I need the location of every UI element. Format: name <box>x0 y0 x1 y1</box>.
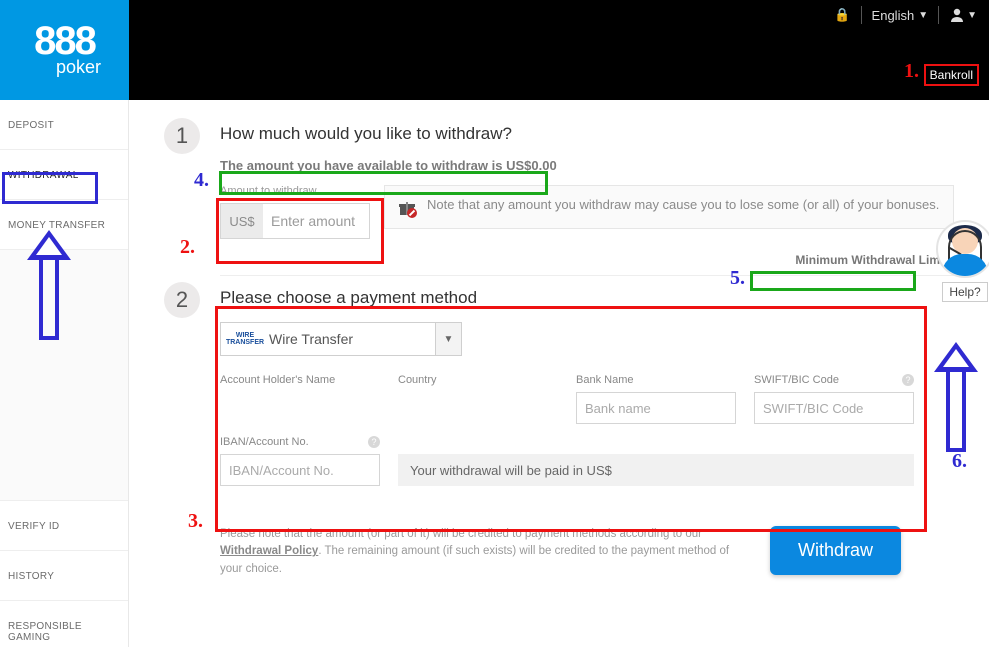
brand-logo[interactable]: 888 poker <box>0 0 129 100</box>
chevron-down-icon: ▼ <box>435 323 461 355</box>
help-icon[interactable]: ? <box>902 374 914 386</box>
iban-input[interactable] <box>220 454 380 486</box>
user-icon <box>949 7 965 23</box>
header-controls: 🔒 English ▼ ▼ <box>834 6 977 24</box>
iban-label: IBAN/Account No.? <box>220 436 380 448</box>
help-icon[interactable]: ? <box>368 436 380 448</box>
step-1: 1 How much would you like to withdraw? T… <box>164 118 954 269</box>
step1-title: How much would you like to withdraw? <box>220 124 954 144</box>
step2-title: Please choose a payment method <box>220 288 954 308</box>
amount-input-wrap: US$ <box>220 203 370 239</box>
payment-fields: Account Holder's Name Country Bank Name … <box>220 374 954 486</box>
holder-name-label: Account Holder's Name <box>220 374 380 386</box>
sidebar-item-verify-id[interactable]: VERIFY ID <box>0 500 128 550</box>
min-withdrawal-limits-link[interactable]: Minimum Withdrawal Limits <box>795 253 954 267</box>
sidebar: DEPOSIT WITHDRAWAL MONEY TRANSFER VERIFY… <box>0 100 129 647</box>
annotation-4: 4. <box>194 169 209 192</box>
annotation-5: 5. <box>730 267 745 290</box>
sidebar-spacer <box>0 250 128 500</box>
withdrawal-policy-link[interactable]: Withdrawal Policy <box>220 545 318 557</box>
swift-input[interactable] <box>754 392 914 424</box>
sidebar-item-deposit[interactable]: DEPOSIT <box>0 100 128 150</box>
withdraw-button[interactable]: Withdraw <box>770 526 901 575</box>
annotation-6: 6. <box>952 450 967 473</box>
annotation-2: 2. <box>180 236 195 259</box>
footer-policy-text: Please note that the amount (or part of … <box>220 526 740 578</box>
bankroll-wrapper: Bankroll <box>924 66 979 84</box>
divider <box>220 275 954 276</box>
bonus-warning: Note that any amount you withdraw may ca… <box>384 185 954 229</box>
bank-name-label: Bank Name <box>576 374 736 386</box>
bonus-warning-text: Note that any amount you withdraw may ca… <box>427 196 939 218</box>
country-value <box>398 392 558 424</box>
language-label: English <box>872 8 915 23</box>
amount-block: Amount to withdraw US$ <box>220 185 370 239</box>
help-widget: Help? <box>935 220 989 302</box>
step-2: 2 Please choose a payment method WIRETRA… <box>164 282 954 486</box>
header: 888 poker 🔒 English ▼ ▼ Bankroll 1. <box>0 0 989 100</box>
payment-method-label: Wire Transfer <box>269 331 353 347</box>
annotation-3: 3. <box>188 510 203 533</box>
amount-label: Amount to withdraw <box>220 185 370 197</box>
currency-prefix: US$ <box>221 204 263 238</box>
available-balance-line: The amount you have available to withdra… <box>220 158 954 173</box>
sidebar-bottom: VERIFY ID HISTORY RESPONSIBLE GAMING <box>0 500 128 661</box>
logo-text-bottom: poker <box>56 57 101 78</box>
swift-label: SWIFT/BIC Code? <box>754 374 914 386</box>
paid-currency-note: Your withdrawal will be paid in US$ <box>398 454 914 486</box>
sidebar-item-history[interactable]: HISTORY <box>0 550 128 600</box>
amount-input[interactable] <box>263 204 369 238</box>
country-label: Country <box>398 374 558 386</box>
sidebar-item-responsible-gaming[interactable]: RESPONSIBLE GAMING <box>0 600 128 661</box>
sidebar-item-withdrawal[interactable]: WITHDRAWAL <box>0 150 128 200</box>
wire-transfer-icon: WIRETRANSFER <box>221 332 269 346</box>
chevron-down-icon: ▼ <box>918 10 928 21</box>
separator <box>938 6 939 24</box>
footer: Please note that the amount (or part of … <box>164 526 954 578</box>
holder-name-value <box>220 392 380 424</box>
user-menu[interactable]: ▼ <box>949 7 977 23</box>
available-prefix: The amount you have available to withdra… <box>220 158 506 173</box>
separator <box>861 6 862 24</box>
step-number-2: 2 <box>164 282 200 318</box>
sidebar-item-money-transfer[interactable]: MONEY TRANSFER <box>0 200 128 250</box>
available-amount: US$0.00 <box>506 158 557 173</box>
annotation-1: 1. <box>904 60 919 83</box>
chevron-down-icon: ▼ <box>967 10 977 21</box>
language-selector[interactable]: English ▼ <box>872 8 929 23</box>
gift-forbidden-icon <box>397 198 417 218</box>
help-button[interactable]: Help? <box>942 282 987 302</box>
logo-text-top: 888 <box>34 23 95 59</box>
step-number-1: 1 <box>164 118 200 154</box>
lock-icon: 🔒 <box>834 7 850 23</box>
bank-name-input[interactable] <box>576 392 736 424</box>
bankroll-button[interactable]: Bankroll <box>924 64 979 86</box>
payment-method-select[interactable]: WIRETRANSFER Wire Transfer ▼ <box>220 322 462 356</box>
main-content: 1 How much would you like to withdraw? T… <box>129 100 989 647</box>
support-agent-icon[interactable] <box>936 220 989 278</box>
